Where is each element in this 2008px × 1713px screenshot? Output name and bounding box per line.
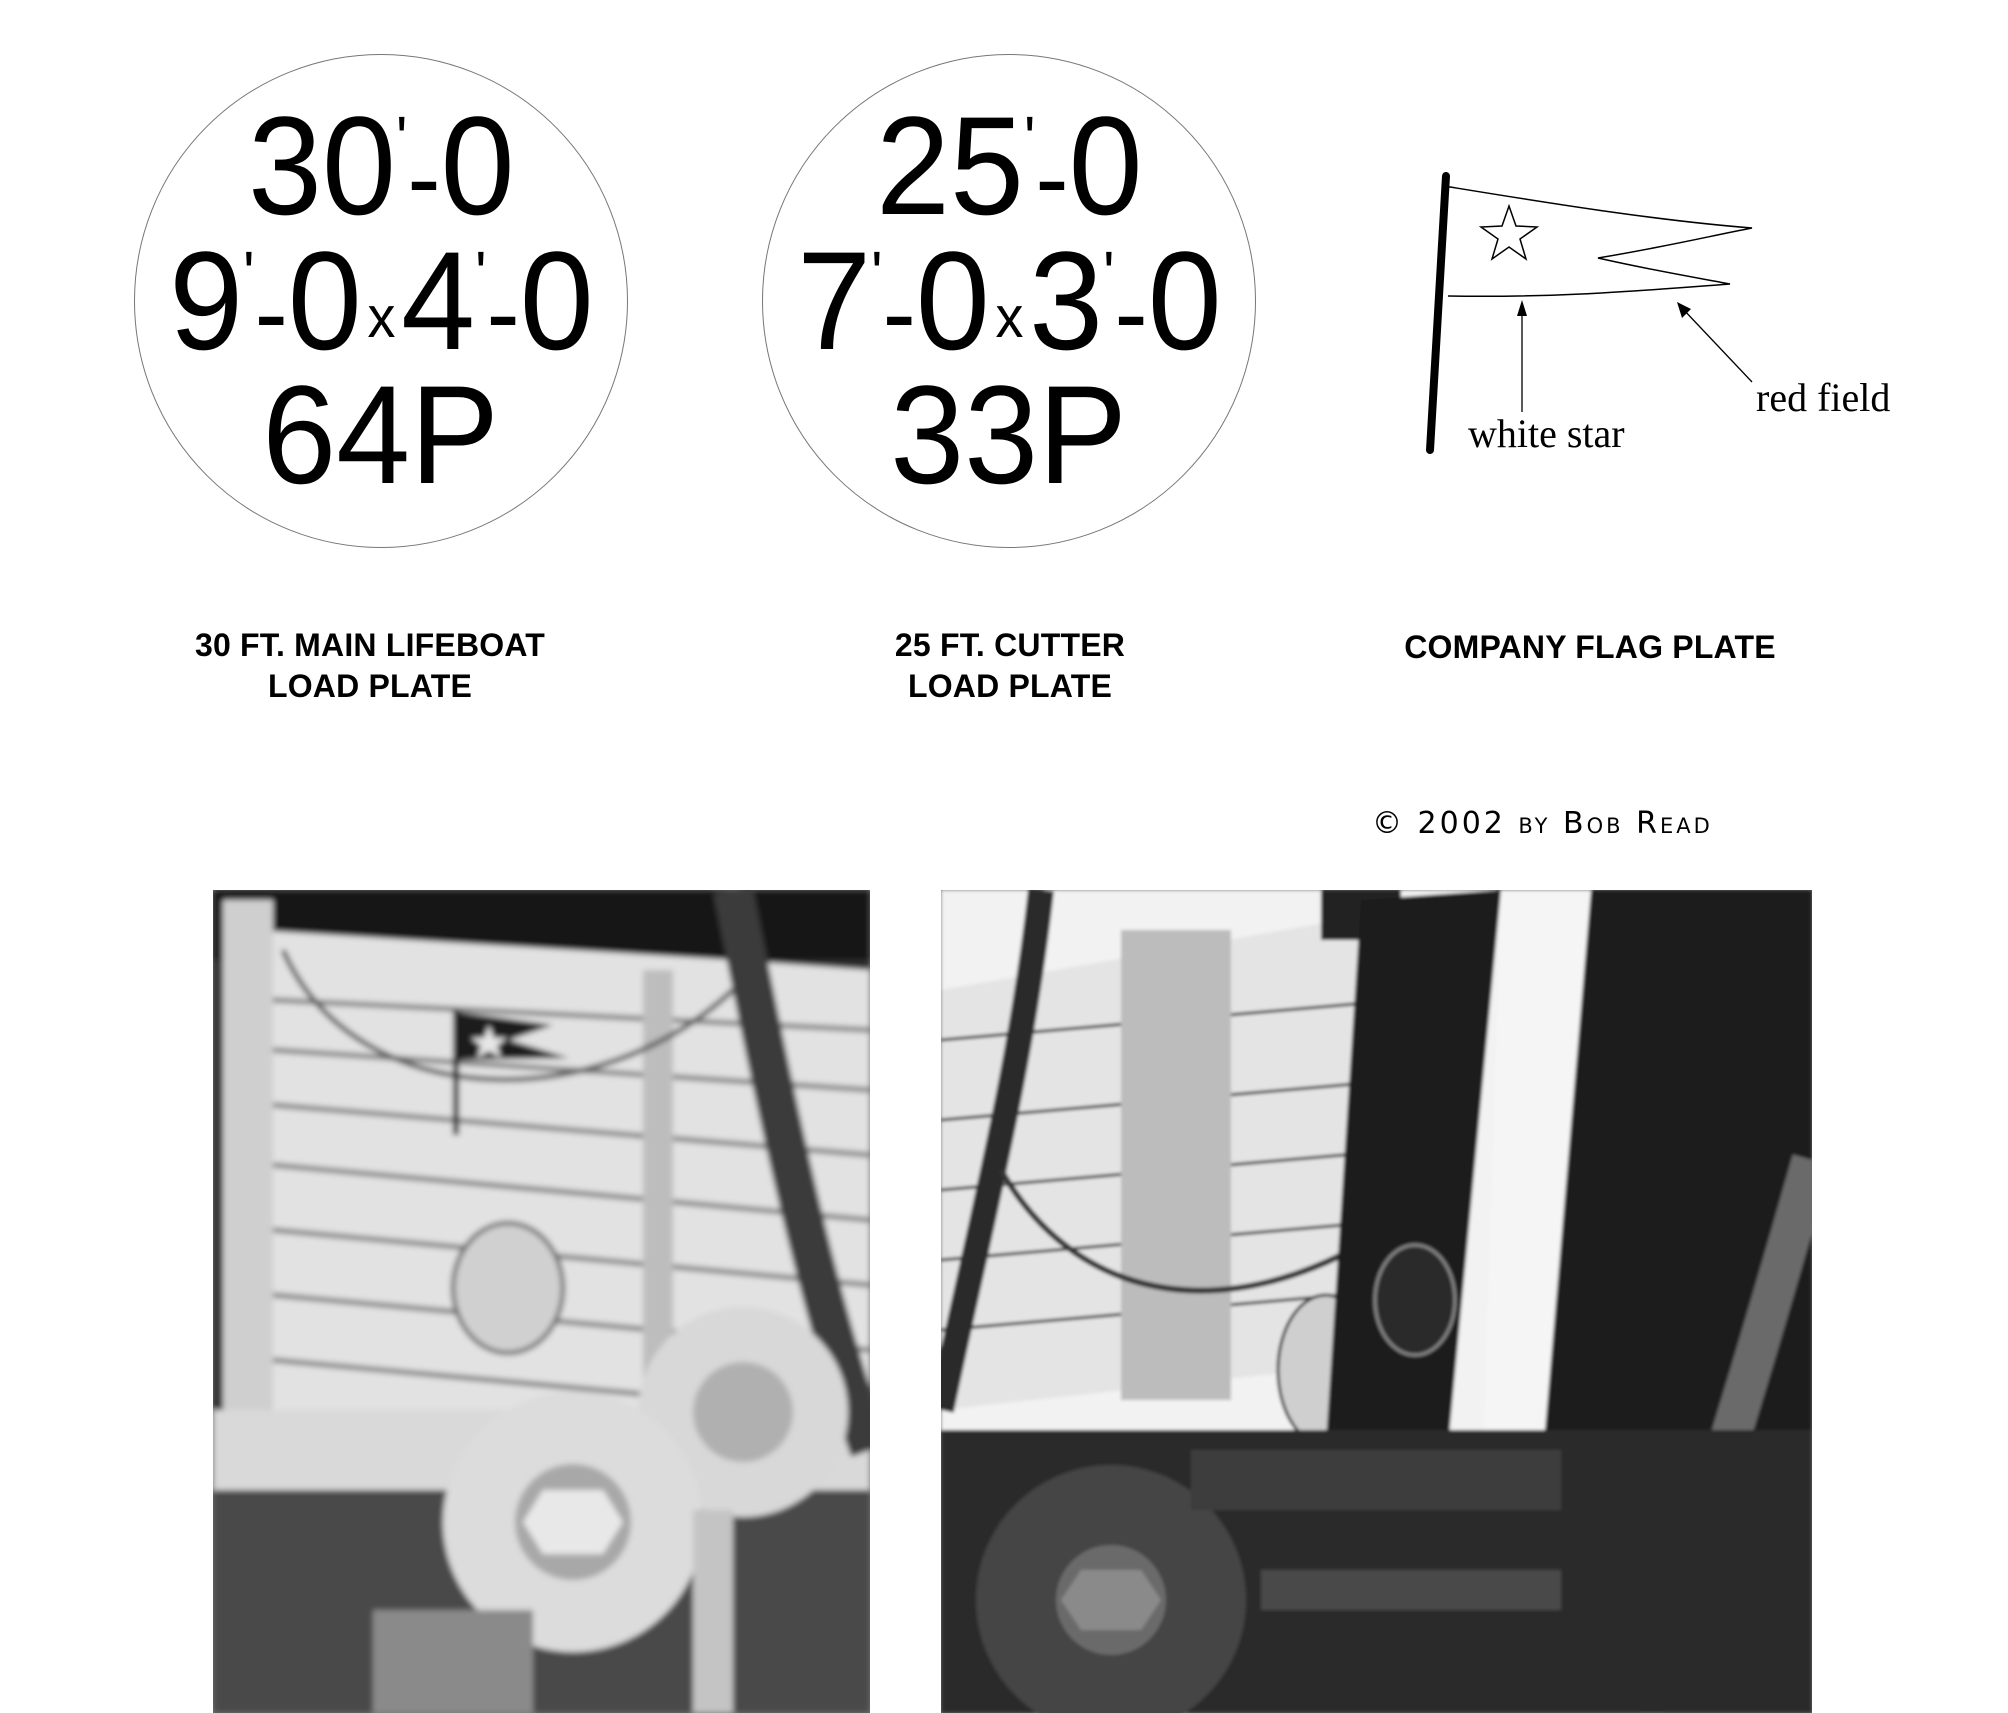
beam-feet: 9	[168, 221, 243, 379]
label-red-field: red field	[1756, 375, 1891, 420]
plate-dimensions-line: 7'-0x3'-0	[796, 221, 1222, 379]
photo-lifeboat-left	[213, 890, 870, 1713]
plate-persons-line: 64P	[262, 356, 500, 514]
field-arrow	[1681, 307, 1753, 383]
plate-dimensions-line: 9'-0x4'-0	[168, 221, 594, 379]
depth-inches: 0	[1147, 221, 1222, 379]
caption-25ft-plate: 25 FT. CUTTER LOAD PLATE	[810, 625, 1210, 707]
load-plate-25ft: 25'-0 7'-0x3'-0 33P	[762, 54, 1256, 548]
plate-persons-line: 33P	[890, 356, 1128, 514]
caption-flag-plate: COMPANY FLAG PLATE	[1370, 627, 1810, 668]
flag-outline	[1443, 185, 1753, 298]
caption-line-2: LOAD PLATE	[907, 668, 1113, 704]
caption-line-1: 30 FT. MAIN LIFEBOAT	[194, 627, 546, 663]
depth-inches: 0	[519, 221, 594, 379]
times-sign: x	[995, 285, 1023, 351]
beam-feet: 7	[796, 221, 871, 379]
plate-length-line: 25'-0	[875, 87, 1143, 245]
label-white-star: white star	[1468, 411, 1625, 456]
caption-30ft-plate: 30 FT. MAIN LIFEBOAT LOAD PLATE	[170, 625, 570, 707]
plate-length-line: 30'-0	[247, 87, 515, 245]
star-icon	[1478, 203, 1540, 261]
flag-pole	[1426, 172, 1450, 454]
caption-line-1: 25 FT. CUTTER	[894, 627, 1126, 663]
star-arrowhead	[1517, 300, 1527, 316]
copyright-notice: © 2002 by Bob Read	[1372, 806, 1713, 841]
caption-line-2: LOAD PLATE	[267, 668, 473, 704]
caption-line-1: COMPANY FLAG PLATE	[1404, 629, 1776, 665]
times-sign: x	[367, 285, 395, 351]
load-plate-30ft: 30'-0 9'-0x4'-0 64P	[134, 54, 628, 548]
photo-lifeboat-right	[941, 890, 1812, 1713]
